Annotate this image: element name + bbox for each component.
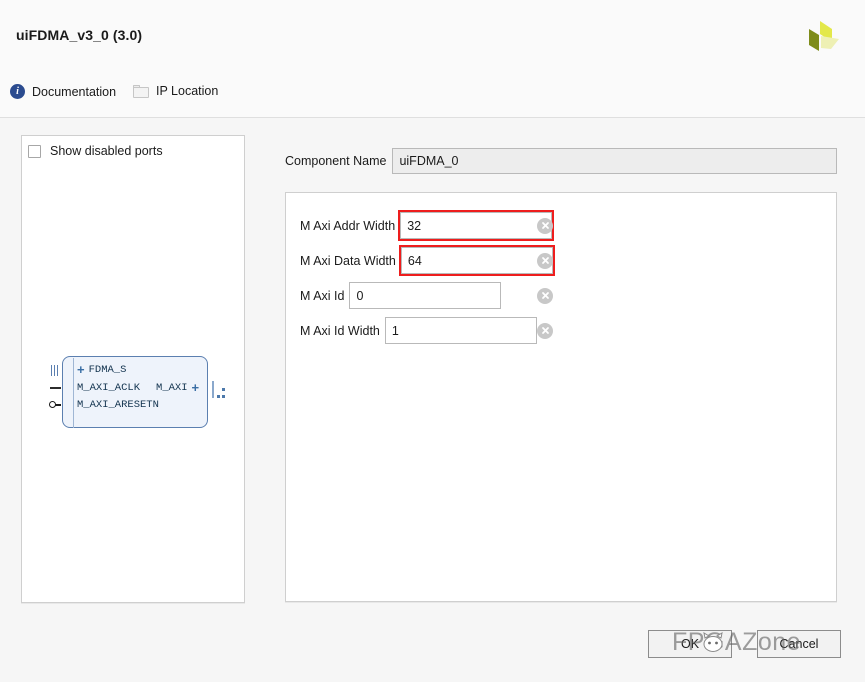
ip-port-label: FDMA_S: [88, 363, 127, 376]
folder-icon: [133, 84, 149, 98]
xilinx-amd-logo: [803, 18, 843, 58]
clear-icon[interactable]: [537, 252, 553, 269]
show-disabled-ports-checkbox[interactable]: [28, 144, 41, 158]
ip-port-label-m-axi: M_AXI: [156, 381, 188, 394]
expand-plus-icon[interactable]: +: [77, 363, 85, 376]
ip-port-m-axi-aresetn: M_AXI_ARESETN: [77, 399, 159, 411]
ip-port-m-axi-aclk: M_AXI_ACLK M_AXI +: [77, 381, 199, 394]
cancel-button[interactable]: Cancel: [757, 630, 841, 658]
documentation-link[interactable]: i Documentation: [10, 84, 116, 99]
param-input-m-axi-id[interactable]: 0: [349, 282, 502, 309]
ip-port-fdma-s[interactable]: + FDMA_S: [77, 363, 126, 376]
info-icon: i: [10, 84, 25, 99]
ip-customize-dialog: uiFDMA_v3_0 (3.0) i Documentation IP Loc…: [0, 0, 865, 682]
ip-config-column: Component Name uiFDMA_0 M Axi Addr Width…: [285, 135, 837, 603]
clear-icon[interactable]: [537, 322, 553, 339]
parameters-panel: M Axi Addr Width 32 M Axi Data Width 64: [285, 192, 837, 602]
show-disabled-ports-row[interactable]: Show disabled ports: [28, 144, 163, 158]
ip-location-link[interactable]: IP Location: [133, 84, 218, 98]
ip-port-label: M_AXI_ACLK: [77, 381, 141, 394]
ok-button[interactable]: OK: [648, 630, 732, 658]
param-input-m-axi-data-width[interactable]: 64: [398, 245, 555, 276]
dialog-footer: OK Cancel: [0, 620, 865, 682]
dialog-body: Show disabled ports + FDMA_S M_AXI_ACLK: [0, 118, 865, 620]
documentation-label: Documentation: [32, 84, 117, 99]
reset-connector-icon: [49, 401, 61, 408]
ip-port-label: M_AXI_ARESETN: [77, 399, 159, 411]
block-inner-divider: [73, 358, 74, 428]
dialog-header: uiFDMA_v3_0 (3.0): [0, 0, 865, 70]
param-label-m-axi-id: M Axi Id: [300, 288, 345, 303]
clock-connector-icon: [50, 387, 61, 389]
bus-connector-icon: [51, 365, 60, 376]
param-input-m-axi-id-width[interactable]: 1: [384, 317, 537, 344]
component-name-row: Component Name uiFDMA_0: [285, 148, 837, 174]
component-name-input[interactable]: uiFDMA_0: [392, 148, 837, 174]
param-row: M Axi Id 0: [300, 281, 558, 310]
dialog-toolbar: i Documentation IP Location: [0, 70, 865, 118]
param-input-m-axi-addr-width[interactable]: 32: [398, 210, 555, 241]
param-row: M Axi Id Width 1: [300, 316, 558, 345]
page-title: uiFDMA_v3_0 (3.0): [16, 27, 143, 43]
show-disabled-ports-label: Show disabled ports: [50, 144, 163, 158]
ip-location-label: IP Location: [156, 84, 219, 98]
clear-icon[interactable]: [537, 287, 553, 304]
ip-block-diagram: + FDMA_S M_AXI_ACLK M_AXI + M_AXI_ARESET…: [49, 356, 225, 428]
output-bus-connector-icon: [212, 381, 225, 398]
param-row: M Axi Addr Width 32: [300, 210, 558, 241]
param-row: M Axi Data Width 64: [300, 245, 558, 276]
param-label-m-axi-id-width: M Axi Id Width: [300, 323, 380, 338]
param-label-m-axi-addr-width: M Axi Addr Width: [300, 218, 396, 233]
expand-plus-icon[interactable]: +: [192, 381, 200, 394]
component-name-label: Component Name: [285, 154, 387, 168]
ip-preview-panel: Show disabled ports + FDMA_S M_AXI_ACLK: [21, 135, 245, 603]
param-label-m-axi-data-width: M Axi Data Width: [300, 253, 396, 268]
clear-icon[interactable]: [537, 217, 553, 234]
